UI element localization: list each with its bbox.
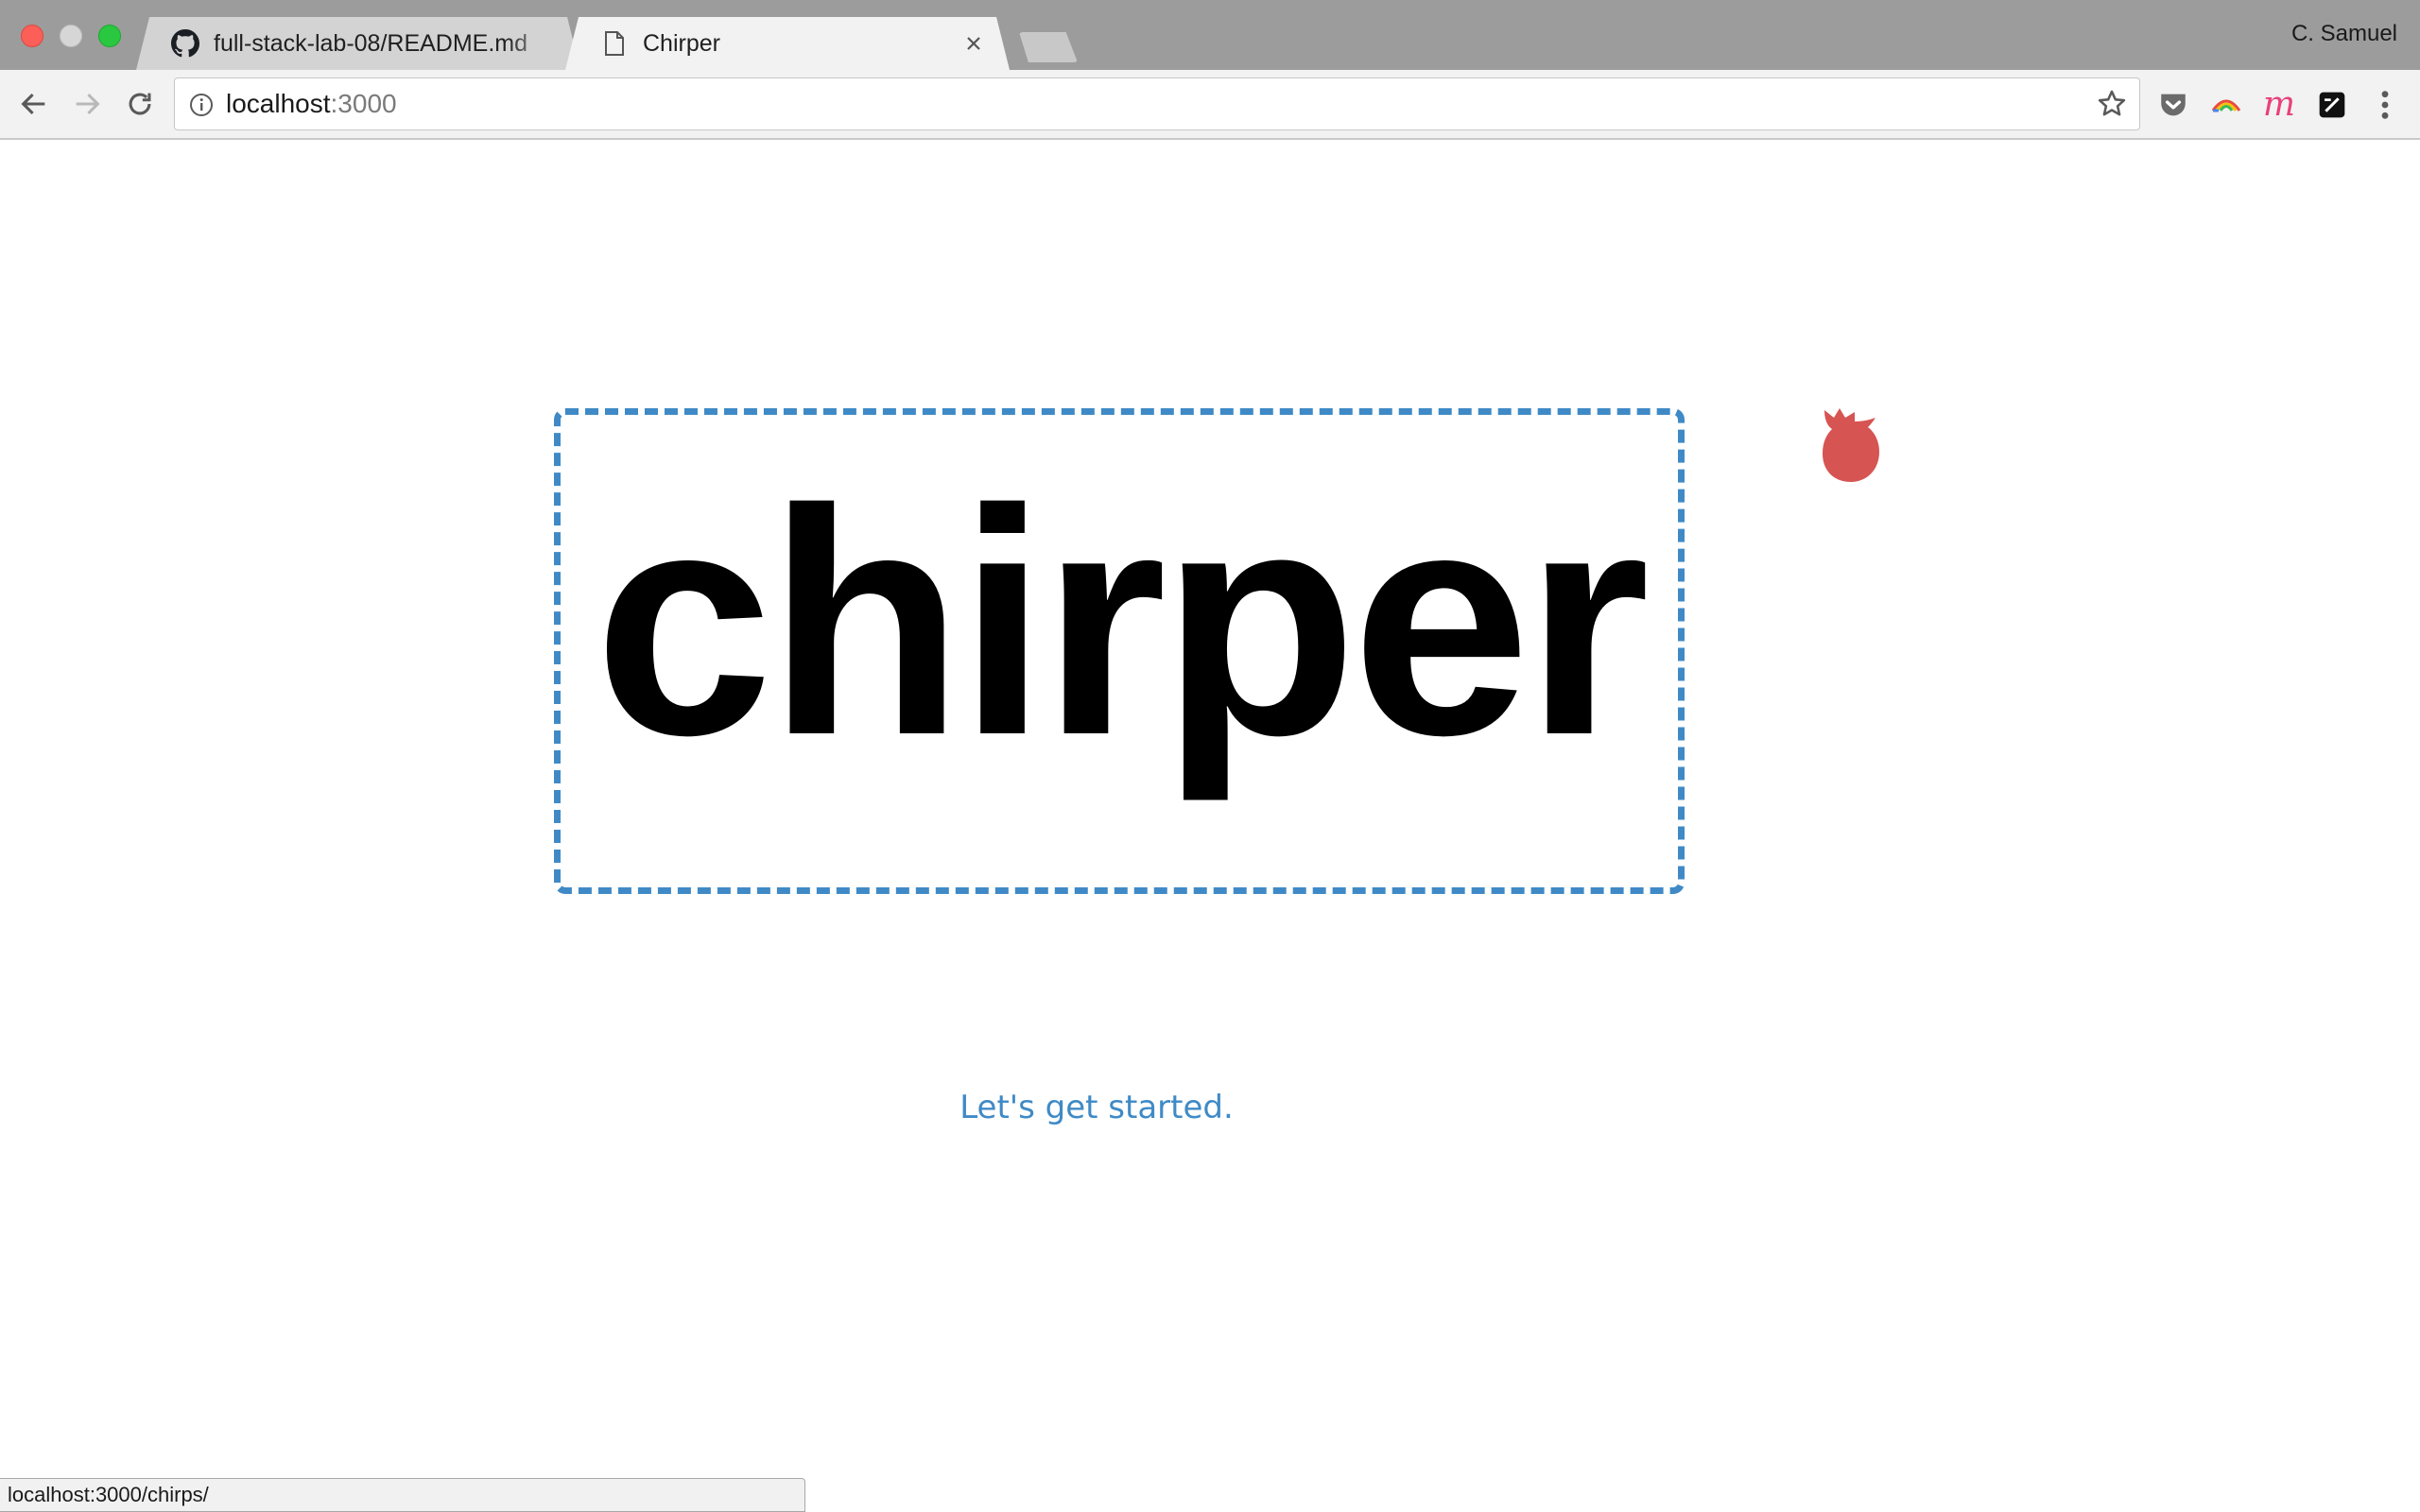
tab-chirper[interactable]: Chirper: [565, 17, 1010, 70]
url-text: localhost:3000: [226, 78, 397, 129]
get-started-link[interactable]: Let's get started.: [0, 1089, 2193, 1126]
forward-button[interactable]: [66, 83, 108, 125]
bookmark-star-icon[interactable]: [2096, 88, 2128, 120]
pocket-icon[interactable]: [2155, 87, 2191, 123]
close-tab-icon[interactable]: [960, 30, 987, 57]
address-bar[interactable]: localhost:3000: [174, 77, 2140, 130]
notes-extension-icon[interactable]: [2314, 87, 2350, 123]
url-port: :3000: [330, 89, 397, 118]
tab-title: full-stack-lab-08/README.md: [214, 29, 528, 57]
tab-title: Chirper: [643, 29, 720, 57]
menu-kebab-icon[interactable]: [2367, 87, 2403, 123]
github-icon: [170, 28, 200, 59]
forward-arrow-icon: [76, 93, 100, 115]
bird-icon: [1823, 408, 1879, 482]
document-icon: [599, 28, 630, 59]
maximize-window-button[interactable]: [98, 25, 121, 47]
back-arrow-icon: [21, 93, 45, 115]
status-url: localhost:3000/chirps/: [8, 1483, 209, 1506]
tab-readme[interactable]: full-stack-lab-08/README.md: [136, 17, 580, 70]
info-icon[interactable]: [188, 92, 215, 118]
logo-text: chirper: [594, 443, 1651, 802]
logo-box: chirper: [554, 408, 1685, 894]
close-window-button[interactable]: [21, 25, 43, 47]
tab-strip: full-stack-lab-08/README.md Chirper C. S…: [0, 0, 2420, 70]
reload-button[interactable]: [119, 83, 161, 125]
status-bar: localhost:3000/chirps/: [0, 1478, 805, 1512]
reload-icon: [129, 93, 151, 115]
browser-toolbar: localhost:3000 m: [0, 70, 2420, 140]
back-button[interactable]: [13, 83, 55, 125]
new-tab-button[interactable]: [1019, 32, 1078, 62]
profile-name[interactable]: C. Samuel: [2291, 21, 2397, 47]
rainbow-extension-icon[interactable]: [2208, 87, 2244, 123]
m-extension-icon[interactable]: m: [2261, 87, 2297, 123]
minimize-window-button[interactable]: [60, 25, 82, 47]
url-host: localhost: [226, 89, 331, 118]
